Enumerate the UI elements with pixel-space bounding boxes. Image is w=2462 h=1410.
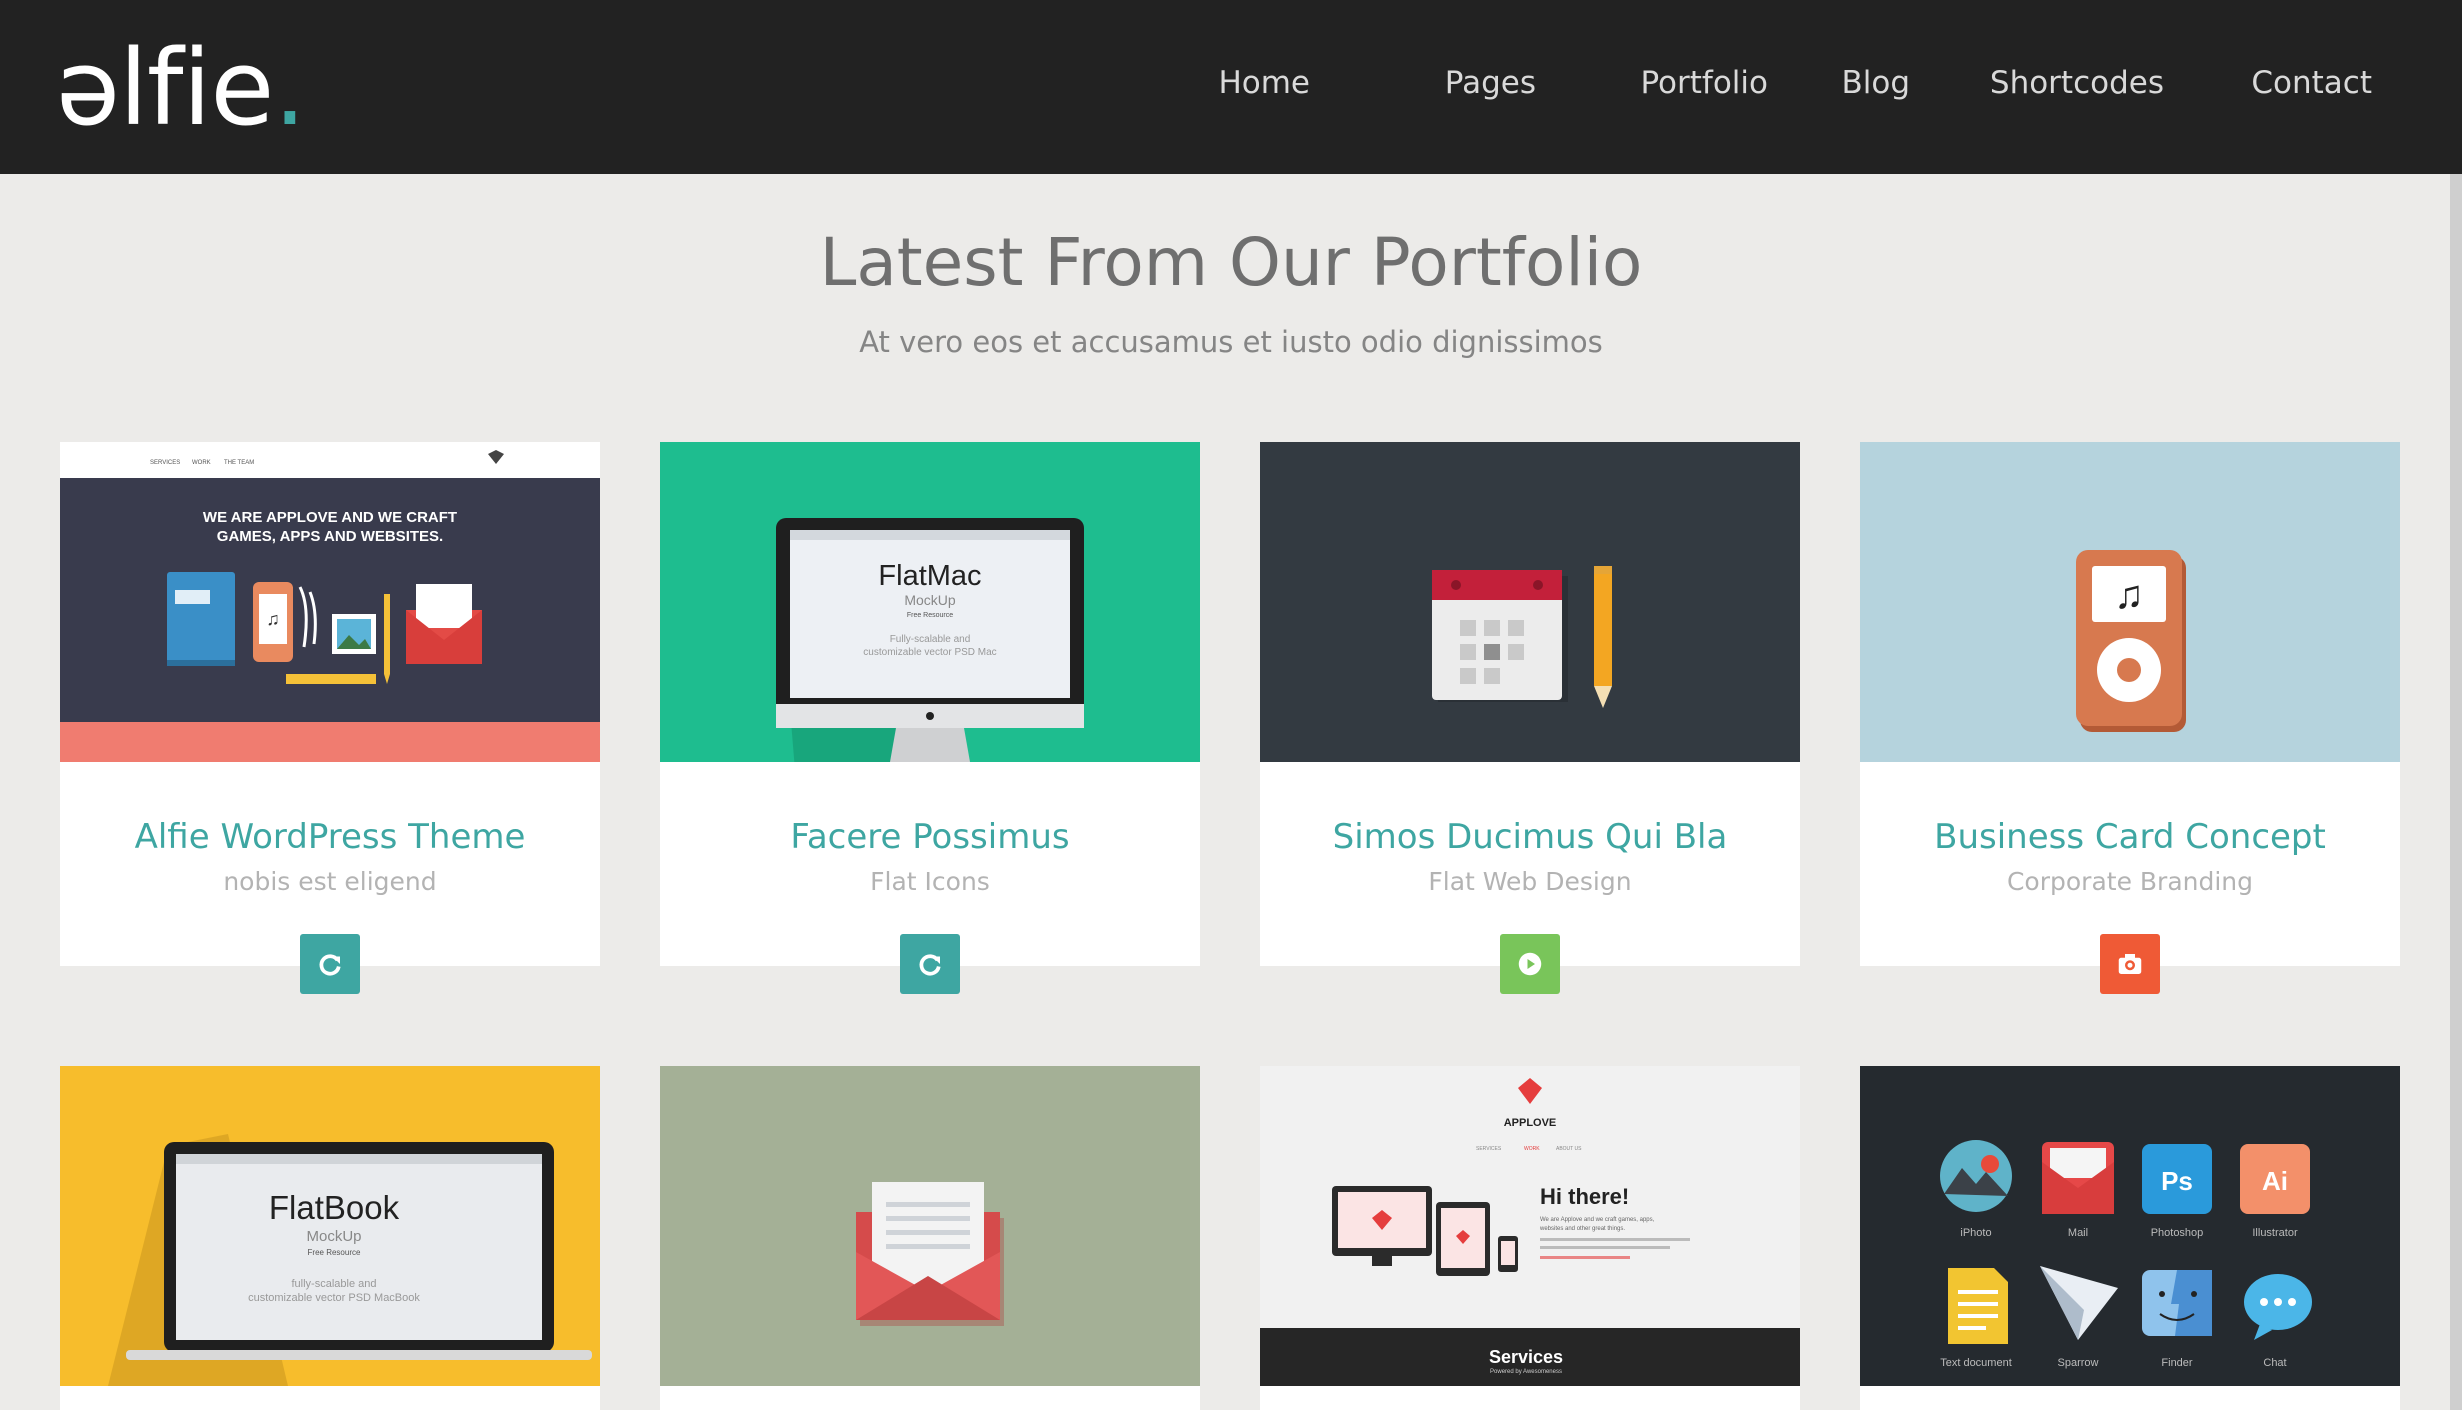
icon-label: Sparrow — [2058, 1357, 2099, 1369]
thumb-resource: Free Resource — [308, 1248, 361, 1257]
thumb-body-2: websites and other great things. — [1539, 1226, 1625, 1232]
portfolio-card: FlatMac MockUp Free Resource Fully-scala… — [660, 442, 1200, 994]
thumb-footer-subtitle: Powered by Awesomeness — [1490, 1369, 1562, 1375]
portfolio-card: Simos Ducimus Qui Bla Flat Web Design — [1260, 442, 1800, 994]
section-title: Latest From Our Portfolio — [819, 224, 1643, 301]
thumb-nav-work: WORK — [192, 460, 211, 466]
portfolio-card: APPLOVE SERVICES WORK ABOUT US Hi there!… — [1260, 1066, 1800, 1410]
refresh-icon — [319, 954, 341, 976]
thumb-greeting: Hi there! — [1540, 1184, 1629, 1209]
card-thumbnail[interactable]: SERVICES WORK THE TEAM WE ARE APPLOVE AN… — [60, 442, 600, 762]
icon-label: Chat — [2263, 1357, 2286, 1369]
envelope-icon — [856, 1182, 1004, 1326]
phone-icon: ♫ — [253, 582, 293, 662]
thumb-nav-services: SERVICES — [150, 460, 180, 466]
thumb-headline-1: WE ARE APPLOVE AND WE CRAFT — [203, 509, 457, 526]
thumb-footer-title: Services — [1489, 1347, 1563, 1367]
thumb-mockup: MockUp — [904, 592, 956, 608]
portfolio-card: iPhoto Mail Ps Photoshop Ai Illustrator — [1860, 1066, 2400, 1410]
card-thumbnail[interactable]: ♫ — [1860, 442, 2400, 762]
nav-shortcodes[interactable]: Shortcodes — [1990, 58, 2164, 108]
thumb-product-name: FlatBook — [269, 1189, 400, 1226]
book-icon — [167, 572, 235, 666]
card-title[interactable]: Facere Possimus — [660, 812, 1200, 862]
ruler-icon — [286, 674, 376, 684]
thumb-nav-about: ABOUT US — [1556, 1146, 1582, 1152]
section-subtitle: At vero eos et accusamus et iusto odio d… — [859, 325, 1603, 359]
mail-icon — [2042, 1142, 2114, 1214]
card-thumbnail[interactable]: APPLOVE SERVICES WORK ABOUT US Hi there!… — [1260, 1066, 1800, 1386]
text-document-icon — [1948, 1268, 2008, 1344]
card-action-button[interactable] — [300, 934, 360, 994]
music-player-icon: ♫ — [2076, 550, 2186, 732]
icon-label: Photoshop — [2151, 1227, 2204, 1239]
card-subtitle: Corporate Branding — [2006, 867, 2254, 896]
card-subtitle: Flat Web Design — [1428, 867, 1632, 896]
thumb-headline-2: GAMES, APPS AND WEBSITES. — [217, 528, 443, 545]
pencil-icon — [1594, 566, 1612, 708]
card-title[interactable]: Alfie WordPress Theme — [60, 812, 600, 862]
icon-label: Text document — [1940, 1357, 2012, 1369]
camera-icon — [2118, 954, 2142, 974]
thumb-brand: APPLOVE — [1504, 1117, 1557, 1129]
iphoto-icon — [1940, 1140, 2012, 1212]
nav-contact[interactable]: Contact — [2251, 58, 2372, 108]
svg-text:Ps: Ps — [2161, 1166, 2193, 1196]
finder-icon — [2142, 1270, 2212, 1336]
illustrator-icon: Ai — [2240, 1144, 2310, 1214]
svg-text:♫: ♫ — [266, 609, 280, 629]
picture-icon — [332, 614, 376, 654]
card-thumbnail[interactable]: FlatMac MockUp Free Resource Fully-scala… — [660, 442, 1200, 762]
portfolio-card: FlatBook MockUp Free Resource fully-scal… — [60, 1066, 600, 1410]
nav-blog[interactable]: Blog — [1841, 58, 1910, 108]
portfolio-card — [660, 1066, 1200, 1410]
card-action-button[interactable] — [1500, 934, 1560, 994]
thumb-product-name: FlatMac — [878, 560, 981, 592]
thumb-desc-1: fully-scalable and — [292, 1278, 377, 1290]
card-subtitle: nobis est eligend — [223, 867, 437, 896]
portfolio-card: SERVICES WORK THE TEAM WE ARE APPLOVE AN… — [60, 442, 600, 994]
icon-label: Finder — [2161, 1357, 2193, 1369]
thumb-nav-team: THE TEAM — [224, 460, 254, 466]
card-thumbnail[interactable]: FlatBook MockUp Free Resource fully-scal… — [60, 1066, 600, 1386]
svg-text:♫: ♫ — [2114, 573, 2144, 617]
portfolio-card: ♫ Business Card Concept Corporate Brandi… — [1860, 442, 2400, 994]
card-thumbnail[interactable] — [660, 1066, 1200, 1386]
thumb-desc-2: customizable vector PSD MacBook — [248, 1292, 420, 1304]
icon-label: iPhoto — [1960, 1227, 1991, 1239]
icon-label: Illustrator — [2252, 1227, 2298, 1239]
envelope-icon — [406, 584, 482, 664]
thumb-desc-2: customizable vector PSD Mac — [863, 647, 996, 658]
calendar-icon — [1432, 570, 1568, 702]
card-title[interactable]: Business Card Concept — [1860, 812, 2400, 862]
pencil-icon — [384, 594, 390, 684]
play-icon — [1518, 952, 1542, 976]
refresh-icon — [919, 954, 941, 976]
site-logo[interactable]: əlfie. — [56, 27, 306, 149]
thumb-nav-services: SERVICES — [1476, 1146, 1502, 1152]
card-title[interactable]: Simos Ducimus Qui Bla — [1260, 812, 1800, 862]
card-thumbnail[interactable] — [1260, 442, 1800, 762]
thumb-resource: Free Resource — [907, 612, 953, 619]
card-action-button[interactable] — [900, 934, 960, 994]
nav-pages[interactable]: Pages — [1445, 58, 1536, 108]
thumb-body-1: We are Applove and we craft games, apps, — [1540, 1217, 1655, 1223]
nav-portfolio[interactable]: Portfolio — [1640, 58, 1768, 108]
photoshop-icon: Ps — [2142, 1144, 2212, 1214]
logo-dot: . — [273, 27, 306, 149]
top-navbar: əlfie. Home Pages Portfolio Blog Shortco… — [0, 0, 2462, 174]
thumb-mockup: MockUp — [306, 1228, 361, 1245]
logo-text: əlfie — [56, 27, 274, 149]
card-action-button[interactable] — [2100, 934, 2160, 994]
svg-text:Ai: Ai — [2262, 1166, 2288, 1196]
thumb-desc-1: Fully-scalable and — [890, 634, 971, 645]
nav-home[interactable]: Home — [1218, 58, 1310, 108]
thumb-nav-work: WORK — [1524, 1146, 1540, 1152]
icon-label: Mail — [2068, 1227, 2088, 1239]
card-subtitle: Flat Icons — [870, 867, 990, 896]
card-thumbnail[interactable]: iPhoto Mail Ps Photoshop Ai Illustrator — [1860, 1066, 2400, 1386]
